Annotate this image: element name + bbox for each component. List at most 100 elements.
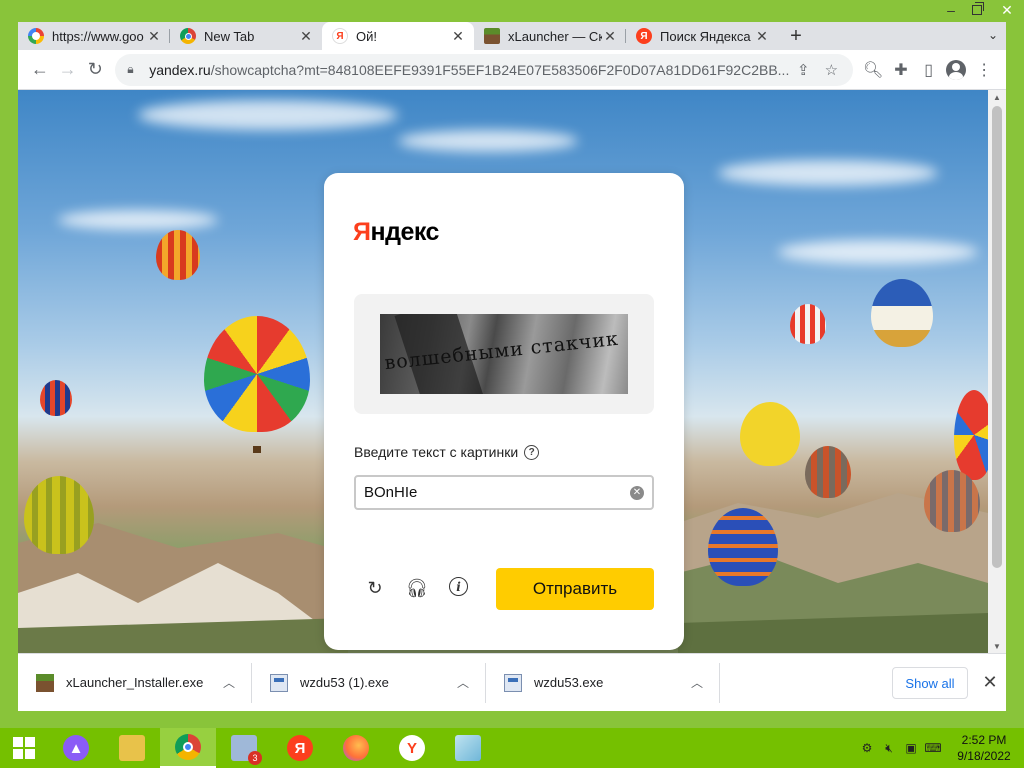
firefox-icon bbox=[343, 735, 369, 761]
browser-toolbar: ← → ↻ 🔒︎ yandex.ru/showcaptcha?mt=848108… bbox=[18, 50, 1006, 90]
taskbar-yandex[interactable]: Я bbox=[272, 728, 328, 768]
tab-google[interactable]: https://www.goo ✕ bbox=[18, 22, 170, 50]
yandex-search-icon: Я bbox=[636, 28, 652, 44]
tab-close-icon[interactable]: ✕ bbox=[754, 28, 770, 45]
lock-icon[interactable]: 🔒︎ bbox=[127, 62, 141, 77]
tab-close-icon[interactable]: ✕ bbox=[298, 28, 314, 45]
taskbar-file-explorer[interactable] bbox=[104, 728, 160, 768]
google-icon bbox=[28, 28, 44, 44]
tab-label: Ой! bbox=[356, 28, 377, 44]
scroll-down-arrow-icon[interactable]: ▼ bbox=[988, 639, 1006, 653]
notification-badge: 3 bbox=[248, 751, 262, 765]
scroll-up-arrow-icon[interactable]: ▲ bbox=[988, 90, 1006, 104]
exe-icon bbox=[270, 673, 288, 692]
page-scrollbar[interactable]: ▲ ▼ bbox=[988, 90, 1006, 653]
notepad-icon bbox=[455, 735, 481, 761]
tab-strip: https://www.goo ✕ New Tab ✕ Я Ой! ✕ xLau… bbox=[18, 22, 1006, 50]
share-icon[interactable]: ⇪ bbox=[789, 56, 817, 84]
minimize-button[interactable]: – bbox=[938, 0, 964, 20]
audio-captcha-headphones-icon[interactable]: 🎧︎ bbox=[406, 577, 429, 599]
scrollbar-thumb[interactable] bbox=[992, 106, 1002, 568]
tab-new-tab[interactable]: New Tab ✕ bbox=[170, 22, 322, 50]
captcha-distorted-text: волшебными стакчик bbox=[383, 327, 620, 375]
yandex-icon: Я bbox=[332, 28, 348, 44]
captcha-image: волшебными стакчик bbox=[380, 314, 628, 394]
chrome-icon bbox=[175, 734, 201, 760]
taskbar-alice[interactable]: ▲ bbox=[48, 728, 104, 768]
close-window-button[interactable]: ✕ bbox=[990, 0, 1024, 20]
new-tab-button[interactable]: + bbox=[778, 22, 814, 50]
window-controls: – ✕ bbox=[938, 0, 1024, 22]
url-path: /showcaptcha?mt=848108EEFE9391F55EF1B24E… bbox=[210, 61, 790, 78]
taskbar-firefox[interactable] bbox=[328, 728, 384, 768]
chevron-up-icon[interactable]: ︿ bbox=[453, 674, 473, 691]
captcha-card: Яндекс волшебными стакчик Введите текст … bbox=[324, 173, 684, 650]
tab-label: xLauncher — Ск bbox=[508, 28, 602, 44]
address-bar[interactable]: 🔒︎ yandex.ru/showcaptcha?mt=848108EEFE93… bbox=[115, 53, 854, 86]
network-settings-icon[interactable]: ⚙ bbox=[856, 737, 878, 759]
refresh-captcha-icon[interactable]: ↻ bbox=[364, 577, 386, 599]
close-downloads-icon[interactable]: ✕ bbox=[978, 670, 1002, 694]
logo-first-letter: Я bbox=[353, 218, 371, 246]
extension-search-icon[interactable]: 🔍︎ bbox=[859, 54, 887, 86]
captcha-input-field[interactable]: ✕ bbox=[354, 475, 654, 510]
download-item[interactable]: wzdu53 (1).exe ︿ bbox=[252, 662, 486, 703]
menu-kebab-icon[interactable]: ⋮ bbox=[970, 54, 998, 86]
download-item[interactable]: xLauncher_Installer.exe ︿ bbox=[18, 662, 252, 703]
clock[interactable]: 2:52 PM 9/18/2022 bbox=[944, 732, 1024, 764]
download-filename: wzdu53 (1).exe bbox=[300, 675, 389, 690]
forward-button[interactable]: → bbox=[54, 54, 82, 86]
yandex-browser-icon: Y bbox=[399, 735, 425, 761]
url-text: yandex.ru/showcaptcha?mt=848108EEFE9391F… bbox=[149, 62, 789, 78]
submit-button[interactable]: Отправить bbox=[496, 568, 654, 610]
show-all-button[interactable]: Show all bbox=[892, 667, 968, 699]
downloads-bar: xLauncher_Installer.exe ︿ wzdu53 (1).exe… bbox=[18, 653, 1006, 711]
exe-icon bbox=[504, 673, 522, 692]
start-button[interactable] bbox=[0, 728, 48, 768]
taskbar-chrome[interactable] bbox=[160, 728, 216, 768]
file-explorer-icon bbox=[119, 735, 145, 761]
logo-rest: ндекс bbox=[370, 218, 439, 246]
captcha-image-box: волшебными стакчик bbox=[354, 294, 654, 414]
captcha-input[interactable] bbox=[364, 484, 630, 501]
tab-yandex-captcha[interactable]: Я Ой! ✕ bbox=[322, 22, 474, 50]
reload-button[interactable]: ↻ bbox=[81, 54, 109, 86]
tab-close-icon[interactable]: ✕ bbox=[450, 28, 466, 45]
tab-close-icon[interactable]: ✕ bbox=[602, 28, 618, 45]
download-filename: xLauncher_Installer.exe bbox=[66, 675, 204, 690]
restore-button[interactable] bbox=[964, 0, 990, 20]
yandex-icon: Я bbox=[287, 735, 313, 761]
extensions-puzzle-icon[interactable]: ✚ bbox=[887, 54, 915, 86]
network-icon[interactable]: ▣ bbox=[900, 737, 922, 759]
info-icon[interactable]: i bbox=[449, 577, 468, 596]
taskbar-yandex-browser[interactable]: Y bbox=[384, 728, 440, 768]
captcha-prompt-text: Введите текст с картинки bbox=[354, 444, 519, 460]
taskbar-task-app[interactable]: 3 bbox=[216, 728, 272, 768]
clear-input-icon[interactable]: ✕ bbox=[630, 485, 644, 500]
tab-yandex-search[interactable]: Я Поиск Яндекса ✕ bbox=[626, 22, 778, 50]
download-item[interactable]: wzdu53.exe ︿ bbox=[486, 662, 720, 703]
side-panel-icon[interactable]: ▯ bbox=[915, 54, 943, 86]
chevron-up-icon[interactable]: ︿ bbox=[687, 674, 707, 691]
yandex-logo: Яндекс bbox=[353, 218, 439, 247]
tab-xlauncher[interactable]: xLauncher — Ск ✕ bbox=[474, 22, 626, 50]
minecraft-icon bbox=[36, 673, 54, 692]
tab-close-icon[interactable]: ✕ bbox=[146, 28, 162, 45]
avatar-icon bbox=[946, 59, 967, 80]
back-button[interactable]: ← bbox=[26, 54, 54, 86]
minecraft-icon bbox=[484, 28, 500, 44]
help-question-icon[interactable]: ? bbox=[524, 444, 540, 460]
windows-taskbar: ▲ 3 Я Y ⚙ 🔇︎ ▣ ⌨ 2:52 PM 9/18/2022 bbox=[0, 728, 1024, 768]
volume-muted-icon[interactable]: 🔇︎ bbox=[878, 737, 900, 759]
clock-date: 9/18/2022 bbox=[957, 749, 1011, 763]
chrome-icon bbox=[180, 28, 196, 44]
taskbar-notes[interactable] bbox=[440, 728, 496, 768]
chevron-up-icon[interactable]: ︿ bbox=[219, 674, 239, 691]
clock-time: 2:52 PM bbox=[961, 733, 1007, 747]
tab-label: https://www.goo bbox=[52, 28, 144, 44]
bookmark-star-icon[interactable]: ☆ bbox=[817, 56, 845, 84]
captcha-prompt: Введите текст с картинки ? bbox=[354, 444, 540, 460]
tab-search-chevron-icon[interactable]: ⌄ bbox=[988, 28, 998, 42]
keyboard-icon[interactable]: ⌨ bbox=[922, 737, 944, 759]
profile-button[interactable] bbox=[943, 54, 971, 86]
